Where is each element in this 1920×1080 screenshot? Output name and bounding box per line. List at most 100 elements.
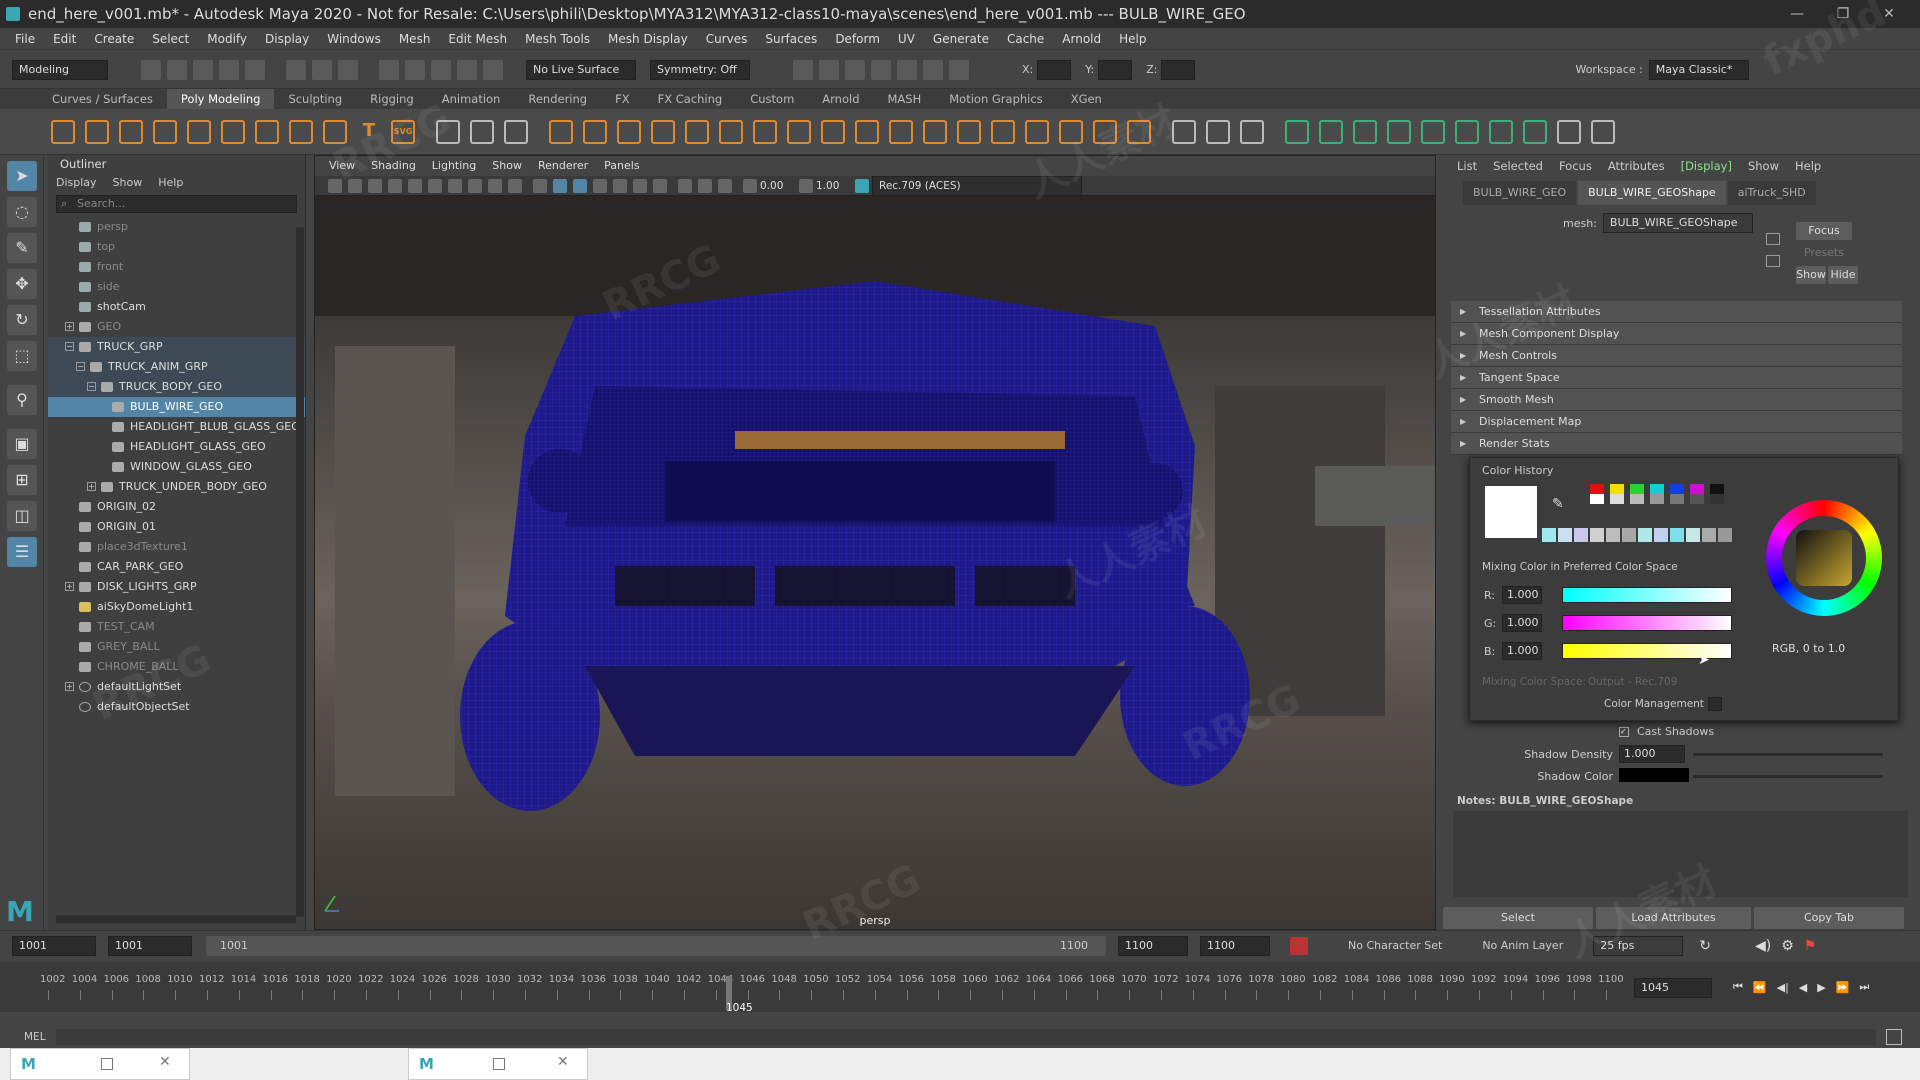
- menu-deform[interactable]: Deform: [826, 28, 889, 50]
- two-view-icon[interactable]: ◫: [7, 501, 37, 531]
- film-gate-icon[interactable]: [428, 178, 442, 193]
- close-button[interactable]: ✕: [1866, 0, 1912, 28]
- lasso-tool-icon[interactable]: ◌: [7, 197, 37, 227]
- z-field[interactable]: [1161, 59, 1196, 80]
- history-swatch[interactable]: [1690, 494, 1704, 504]
- sew-icon[interactable]: [1591, 119, 1615, 144]
- live-surface-field[interactable]: No Live Surface: [526, 59, 636, 80]
- 3d-scene-view[interactable]: persp: [315, 196, 1435, 929]
- outliner-item[interactable]: CHROME_BALL: [48, 657, 305, 677]
- booleans-icon[interactable]: [651, 119, 675, 144]
- focus-button[interactable]: Focus: [1796, 222, 1852, 240]
- outliner-vscrollbar[interactable]: [296, 227, 304, 917]
- ae-menu-list[interactable]: List: [1449, 155, 1485, 177]
- outliner-item[interactable]: + GEO: [48, 317, 305, 337]
- spherical-icon[interactable]: [1421, 119, 1445, 144]
- viewport-menu-show[interactable]: Show: [484, 156, 530, 176]
- expand-toggle-icon[interactable]: +: [65, 582, 74, 591]
- rotate-tool-icon[interactable]: ↻: [7, 305, 37, 335]
- expand-toggle-icon[interactable]: +: [65, 322, 74, 331]
- combine-icon[interactable]: [549, 119, 573, 144]
- shadow-color-swatch[interactable]: [1619, 768, 1689, 782]
- pause-icon[interactable]: [949, 59, 969, 80]
- snap-grid-icon[interactable]: [379, 59, 399, 80]
- outliner-item[interactable]: + TRUCK_UNDER_BODY_GEO: [48, 477, 305, 497]
- outliner-item[interactable]: ORIGIN_02: [48, 497, 305, 517]
- unfold-icon[interactable]: [1489, 119, 1513, 144]
- outliner-item[interactable]: place3dTexture1: [48, 537, 305, 557]
- field-chart-icon[interactable]: [488, 178, 502, 193]
- expand-toggle-icon[interactable]: +: [65, 682, 74, 691]
- presets-button[interactable]: Presets: [1796, 244, 1852, 262]
- cone-icon[interactable]: [153, 119, 177, 144]
- snap-point-icon[interactable]: [431, 59, 451, 80]
- shelf-tab-rendering[interactable]: Rendering: [514, 89, 601, 109]
- ae-menu-focus[interactable]: Focus: [1551, 155, 1600, 177]
- time-slider[interactable]: 1002 1004 1006 1008 1010 1012 1014 1016 1018 1020…: [0, 962, 1920, 1014]
- shelf-tab-rigging[interactable]: Rigging: [356, 89, 428, 109]
- shadows-icon[interactable]: [633, 178, 647, 193]
- history-swatch[interactable]: [1670, 528, 1684, 542]
- outliner-item[interactable]: + defaultLightSet: [48, 677, 305, 697]
- xray-icon[interactable]: [698, 178, 712, 193]
- expand-toggle-icon[interactable]: −: [87, 382, 96, 391]
- extrude-icon[interactable]: [787, 119, 811, 144]
- outliner-item[interactable]: TEST_CAM: [48, 617, 305, 637]
- history-swatch[interactable]: [1650, 484, 1664, 494]
- xray-joints-icon[interactable]: [718, 178, 732, 193]
- outliner-menu-display[interactable]: Display: [48, 176, 105, 189]
- undo-icon[interactable]: [219, 59, 239, 80]
- color-management-checkbox[interactable]: [1708, 697, 1722, 711]
- restore-icon[interactable]: [493, 1058, 505, 1070]
- cast-shadows-checkbox[interactable]: ✓: [1619, 726, 1629, 737]
- menu-arnold[interactable]: Arnold: [1053, 28, 1110, 50]
- history-swatch[interactable]: [1630, 484, 1644, 494]
- arnold-render-icon[interactable]: [923, 59, 943, 80]
- history-swatch[interactable]: [1610, 494, 1624, 504]
- go-to-end-icon[interactable]: ⏭: [1859, 980, 1869, 994]
- extract-icon[interactable]: [617, 119, 641, 144]
- menu-cache[interactable]: Cache: [998, 28, 1053, 50]
- ae-menu-display[interactable]: [Display]: [1673, 155, 1740, 177]
- outliner-item[interactable]: shotCam: [48, 297, 305, 317]
- expand-toggle-icon[interactable]: +: [87, 482, 96, 491]
- ae-tab-aitruck-shd[interactable]: aiTruck_SHD: [1727, 181, 1816, 205]
- copy-tab-button[interactable]: Copy Tab: [1754, 907, 1904, 929]
- menu-file[interactable]: File: [6, 28, 44, 50]
- move-tool-icon[interactable]: ✥: [7, 269, 37, 299]
- planar-icon[interactable]: [1319, 119, 1343, 144]
- outliner-menu-show[interactable]: Show: [105, 176, 151, 189]
- ae-tab-bulb-wire-geoshape[interactable]: BULB_WIRE_GEOShape: [1578, 181, 1726, 205]
- menu-modify[interactable]: Modify: [198, 28, 256, 50]
- cut-icon[interactable]: [1557, 119, 1581, 144]
- ae-section-displacement-map[interactable]: Displacement Map: [1451, 411, 1902, 433]
- outliner-item[interactable]: HEADLIGHT_BLUB_GLASS_GEO: [48, 417, 305, 437]
- outliner-item[interactable]: HEADLIGHT_GLASS_GEO: [48, 437, 305, 457]
- copy-tab-icon[interactable]: [1766, 255, 1780, 267]
- shelf-tab-curves-surfaces[interactable]: Curves / Surfaces: [38, 89, 167, 109]
- shadow-color-slider[interactable]: [1693, 775, 1883, 778]
- select-hierarchy-icon[interactable]: [286, 59, 306, 80]
- menu-generate[interactable]: Generate: [924, 28, 998, 50]
- play-back-icon[interactable]: ◀: [1799, 981, 1807, 994]
- transfer-icon[interactable]: [470, 119, 494, 144]
- bookmark-icon[interactable]: [368, 178, 382, 193]
- viewport-menu-lighting[interactable]: Lighting: [424, 156, 484, 176]
- history-swatch[interactable]: [1650, 494, 1664, 504]
- circularize-icon[interactable]: [1059, 119, 1083, 144]
- character-set-dropdown[interactable]: No Character Set: [1348, 939, 1442, 952]
- menu-windows[interactable]: Windows: [318, 28, 390, 50]
- viewport-menu-renderer[interactable]: Renderer: [530, 156, 596, 176]
- scene-start-field[interactable]: 1001: [12, 935, 96, 956]
- history-swatch[interactable]: [1622, 528, 1636, 542]
- select-object-icon[interactable]: [312, 59, 332, 80]
- history-swatch[interactable]: [1590, 528, 1604, 542]
- merge-icon[interactable]: [1127, 119, 1151, 144]
- restore-icon[interactable]: [101, 1058, 113, 1070]
- script-editor-icon[interactable]: [1885, 1029, 1902, 1045]
- save-scene-icon[interactable]: [193, 59, 213, 80]
- anim-layer-dropdown[interactable]: No Anim Layer: [1482, 939, 1563, 952]
- snap-surface-icon[interactable]: [483, 59, 503, 80]
- restore-button[interactable]: ❐: [1820, 0, 1866, 28]
- ae-menu-help[interactable]: Help: [1787, 155, 1829, 177]
